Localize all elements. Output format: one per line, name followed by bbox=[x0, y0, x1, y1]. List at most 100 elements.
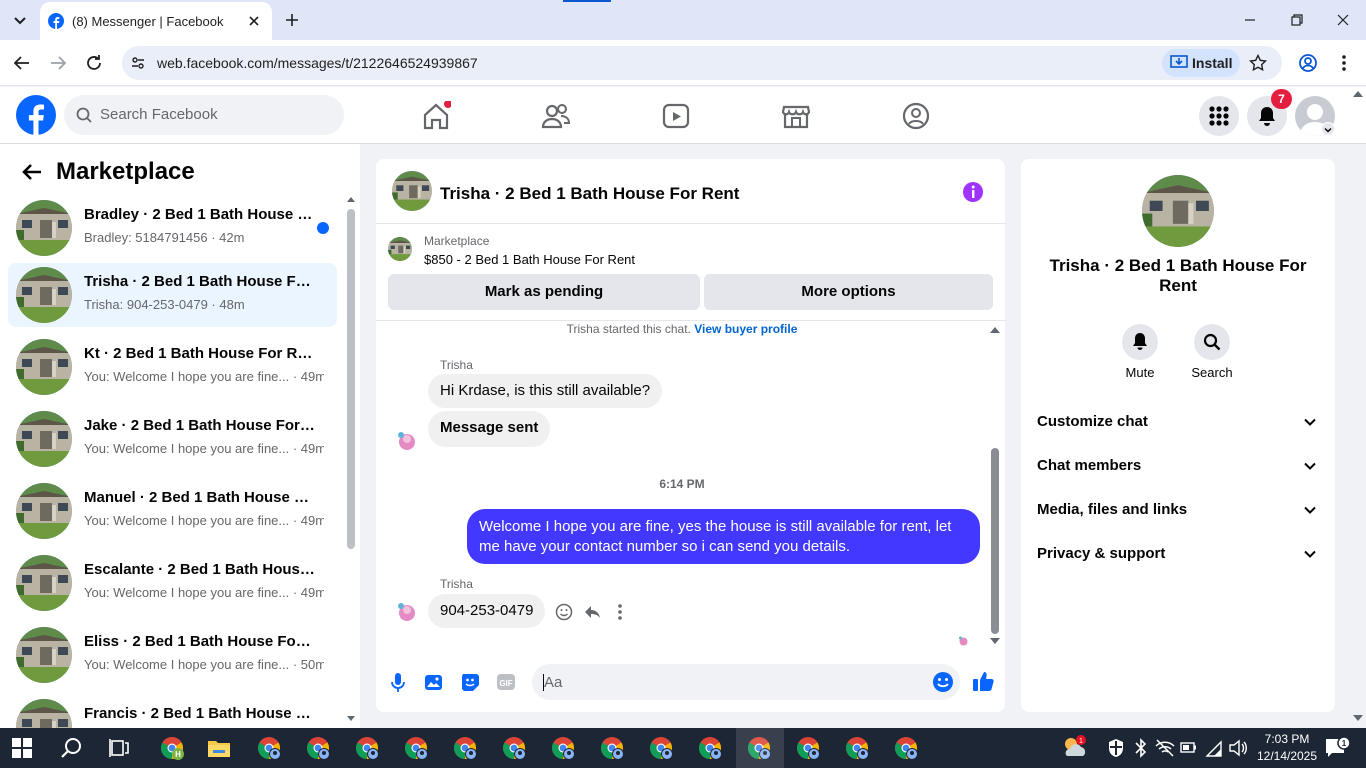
incoming-message[interactable]: 904-253-0479 bbox=[428, 594, 546, 628]
conversation-item[interactable]: Eliss · 2 Bed 1 Bath House For Rent You: … bbox=[8, 623, 337, 687]
sender-avatar[interactable] bbox=[392, 427, 420, 455]
info-icon[interactable] bbox=[962, 181, 984, 203]
forward-arrow-icon[interactable] bbox=[48, 53, 68, 73]
search-icon[interactable] bbox=[60, 736, 84, 760]
site-settings-icon[interactable] bbox=[130, 55, 146, 71]
info-section-toggle[interactable]: Customize chat bbox=[1037, 401, 1319, 441]
scroll-down-icon[interactable] bbox=[990, 638, 1000, 645]
chrome-window-icon[interactable] bbox=[355, 736, 379, 760]
chrome-window-icon[interactable] bbox=[306, 736, 330, 760]
scrollbar-thumb[interactable] bbox=[347, 209, 355, 549]
more-options-button[interactable]: More options bbox=[704, 274, 993, 310]
facebook-logo-icon[interactable] bbox=[16, 95, 56, 135]
sidebar-scrollbar[interactable] bbox=[344, 194, 358, 728]
windows-start-icon[interactable] bbox=[12, 738, 32, 758]
battery-icon[interactable] bbox=[1180, 740, 1198, 756]
weather-icon[interactable]: 1 bbox=[1061, 734, 1089, 760]
scroll-up-icon[interactable] bbox=[347, 196, 355, 202]
back-arrow-icon[interactable] bbox=[20, 160, 44, 184]
notification-center-icon[interactable]: 1 bbox=[1324, 737, 1350, 759]
install-app-button[interactable]: Install bbox=[1162, 49, 1240, 77]
address-bar[interactable]: web.facebook.com/messages/t/212264652493… bbox=[122, 46, 1282, 80]
chrome-window-icon[interactable] bbox=[502, 736, 526, 760]
conversation-item[interactable]: Manuel · 2 Bed 1 Bath House For... You: W… bbox=[8, 479, 337, 543]
emoji-icon[interactable] bbox=[932, 671, 954, 693]
scroll-up-icon[interactable] bbox=[990, 326, 1000, 333]
conversation-item[interactable]: Bradley · 2 Bed 1 Bath House F... Bradley… bbox=[8, 196, 337, 260]
thread-scrollbar[interactable] bbox=[989, 324, 1001, 654]
tab-search-button[interactable] bbox=[8, 8, 32, 32]
scrollbar-thumb[interactable] bbox=[991, 448, 999, 634]
chrome-window-icon[interactable] bbox=[796, 736, 820, 760]
microphone-icon[interactable] bbox=[390, 672, 406, 694]
bookmark-star-icon[interactable] bbox=[1249, 54, 1267, 72]
network-off-icon[interactable] bbox=[1155, 738, 1175, 758]
file-explorer-icon[interactable] bbox=[207, 736, 231, 760]
gif-icon[interactable]: GIF bbox=[496, 672, 516, 692]
close-window-icon[interactable] bbox=[1335, 12, 1351, 28]
marketplace-icon[interactable] bbox=[781, 101, 811, 131]
like-thumb-icon[interactable] bbox=[972, 670, 994, 692]
task-view-icon[interactable] bbox=[108, 736, 132, 760]
chrome-window-icon[interactable] bbox=[894, 736, 918, 760]
reload-icon[interactable] bbox=[84, 53, 104, 73]
conversation-item[interactable]: Jake · 2 Bed 1 Bath House For Re... You: … bbox=[8, 407, 337, 471]
more-actions-icon[interactable] bbox=[614, 603, 626, 621]
conversation-item[interactable]: Trisha · 2 Bed 1 Bath House For ... Trish… bbox=[8, 263, 337, 327]
close-tab-icon[interactable] bbox=[246, 13, 262, 29]
home-icon[interactable] bbox=[421, 101, 451, 131]
facebook-search-input[interactable]: Search Facebook bbox=[64, 95, 344, 135]
chrome-window-icon[interactable] bbox=[845, 736, 869, 760]
sender-avatar[interactable] bbox=[392, 598, 420, 626]
sticker-icon[interactable] bbox=[460, 672, 480, 692]
conversation-item[interactable]: Escalante · 2 Bed 1 Bath House F... You: … bbox=[8, 551, 337, 615]
video-icon[interactable] bbox=[661, 101, 691, 131]
profile-photo[interactable] bbox=[1142, 175, 1214, 247]
browser-tab-active[interactable]: (8) Messenger | Facebook bbox=[40, 2, 272, 40]
chrome-window-icon[interactable] bbox=[600, 736, 624, 760]
message-input[interactable]: Aa bbox=[532, 664, 960, 700]
react-emoji-icon[interactable] bbox=[555, 603, 573, 621]
listing-avatar[interactable] bbox=[392, 171, 432, 211]
chrome-window-icon[interactable] bbox=[698, 736, 722, 760]
profile-icon[interactable] bbox=[1298, 53, 1318, 73]
restore-icon[interactable] bbox=[1289, 12, 1305, 28]
back-arrow-icon[interactable] bbox=[12, 53, 32, 73]
chrome-window-icon[interactable] bbox=[257, 736, 281, 760]
reply-icon[interactable] bbox=[583, 603, 601, 621]
wifi-icon[interactable] bbox=[1205, 738, 1223, 758]
chrome-window-icon[interactable] bbox=[551, 736, 575, 760]
info-section-toggle[interactable]: Media, files and links bbox=[1037, 489, 1319, 529]
browser-menu-icon[interactable] bbox=[1336, 53, 1352, 73]
listing-title[interactable]: $850 - 2 Bed 1 Bath House For Rent bbox=[424, 252, 635, 267]
groups-icon[interactable] bbox=[901, 101, 931, 131]
chat-title[interactable]: Trisha · 2 Bed 1 Bath House For Rent bbox=[440, 184, 739, 204]
view-buyer-profile-link[interactable]: View buyer profile bbox=[694, 322, 797, 336]
outgoing-message[interactable]: Welcome I hope you are fine, yes the hou… bbox=[467, 509, 980, 564]
security-shield-icon[interactable] bbox=[1107, 738, 1125, 758]
photo-icon[interactable] bbox=[424, 672, 444, 692]
volume-icon[interactable] bbox=[1228, 738, 1248, 758]
chrome-window-icon[interactable] bbox=[404, 736, 428, 760]
minimize-icon[interactable] bbox=[1242, 12, 1258, 28]
search-in-chat-button[interactable] bbox=[1194, 324, 1230, 360]
bluetooth-icon[interactable] bbox=[1133, 738, 1149, 758]
mute-button[interactable] bbox=[1122, 324, 1158, 360]
chrome-profile-icon[interactable]: H bbox=[160, 736, 184, 760]
page-scroll-down-icon[interactable] bbox=[1352, 714, 1364, 722]
info-section-toggle[interactable]: Chat members bbox=[1037, 445, 1319, 485]
mark-as-pending-button[interactable]: Mark as pending bbox=[388, 274, 700, 310]
incoming-message[interactable]: Message sent bbox=[428, 411, 551, 447]
chrome-window-icon[interactable] bbox=[649, 736, 673, 760]
account-menu-button[interactable] bbox=[1321, 122, 1335, 136]
page-scroll-up-icon[interactable] bbox=[1352, 90, 1364, 98]
system-clock[interactable]: 7:03 PM 12/14/2025 bbox=[1255, 731, 1319, 765]
scroll-down-icon[interactable] bbox=[347, 716, 355, 722]
info-section-toggle[interactable]: Privacy & support bbox=[1037, 533, 1319, 573]
new-tab-icon[interactable] bbox=[283, 11, 301, 29]
friends-icon[interactable] bbox=[541, 101, 571, 131]
incoming-message[interactable]: Hi Krdase, is this still available? bbox=[428, 374, 663, 408]
menu-grid-button[interactable] bbox=[1199, 96, 1239, 136]
chrome-window-icon[interactable] bbox=[453, 736, 477, 760]
conversation-item[interactable]: Kt · 2 Bed 1 Bath House For Rent You: Wel… bbox=[8, 335, 337, 399]
